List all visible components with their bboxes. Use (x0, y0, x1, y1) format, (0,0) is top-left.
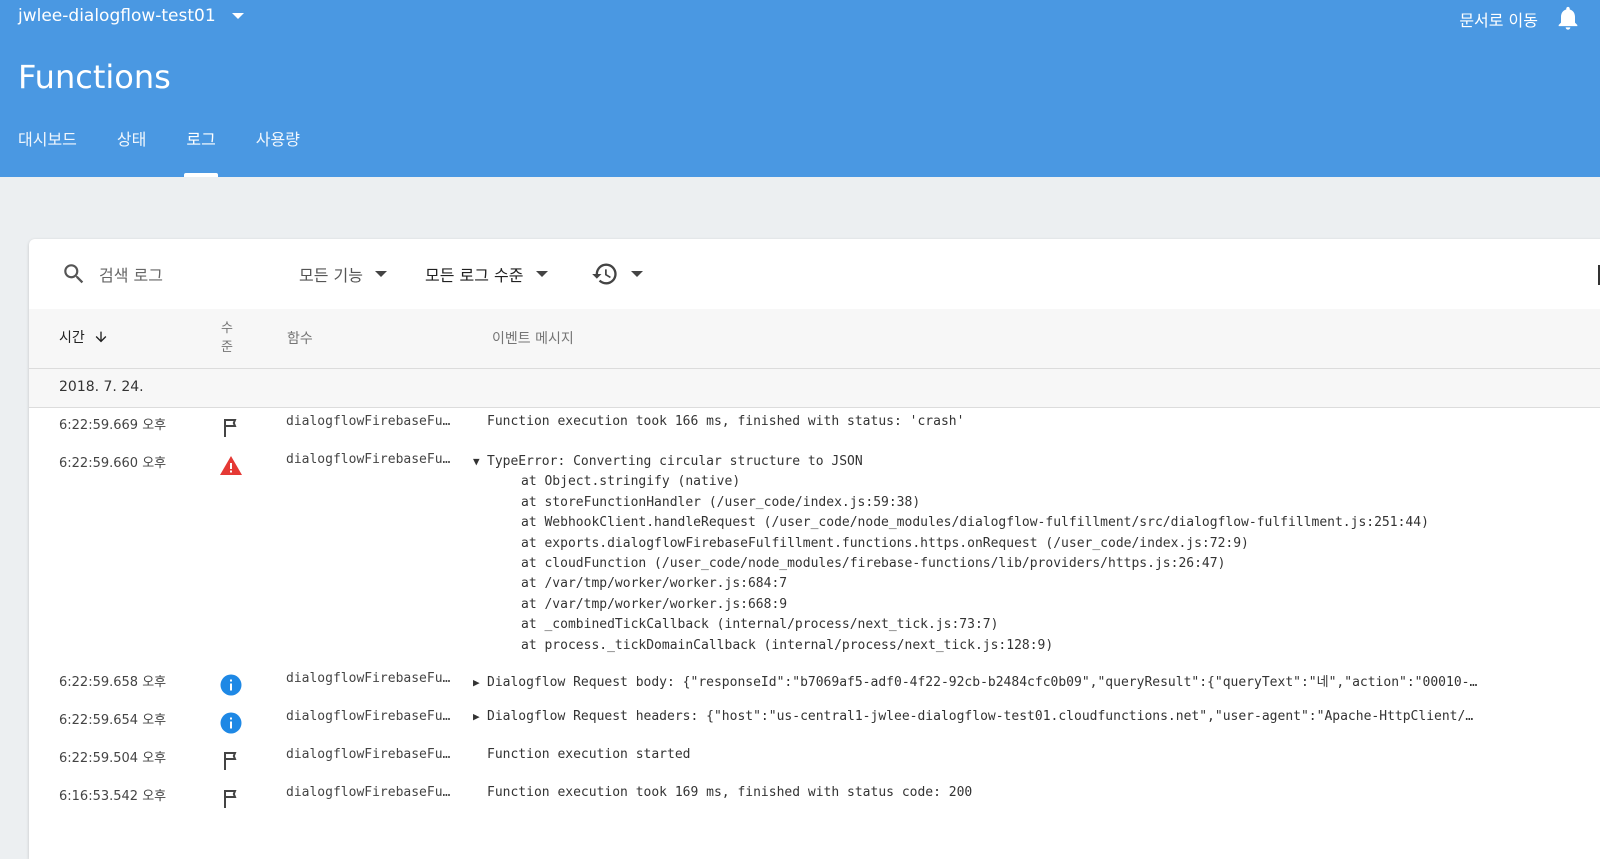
search-input[interactable] (97, 261, 271, 289)
log-message-text: Dialogflow Request headers: {"host":"us-… (487, 709, 1474, 724)
stack-trace-line: at Object.stringify (native) (521, 474, 741, 490)
log-message: Function execution started (473, 747, 691, 762)
flag-icon (224, 790, 237, 808)
sort-by-time-button[interactable]: 시간 (59, 327, 109, 347)
arrow-down-icon (95, 331, 107, 343)
page-title: Functions (18, 58, 171, 96)
function-column-label: 함수 (287, 331, 313, 347)
docs-link[interactable]: 문서로 이동 (1459, 7, 1538, 31)
log-time: 6:16:53.542 오후 (59, 789, 167, 804)
log-function: dialogflowFirebaseFulfillment (286, 709, 458, 724)
search-icon (64, 264, 84, 284)
app-header: jwlee-dialogflow-test01 문서로 이동 Functions… (0, 0, 1600, 177)
chevron-down-icon (535, 271, 548, 277)
bell-icon[interactable] (1554, 4, 1582, 32)
date-label: 2018. 7. 24. (59, 379, 144, 395)
log-message: Function execution took 166 ms, finished… (473, 414, 964, 429)
project-name: jwlee-dialogflow-test01 (18, 6, 216, 26)
log-message-text: Function execution took 166 ms, finished… (487, 414, 965, 429)
flag-icon (224, 752, 237, 770)
log-message: ▼ TypeError: Converting circular structur… (473, 452, 1429, 656)
log-message-text: Dialogflow Request body: {"responseId":"… (487, 675, 1478, 690)
log-message-text: Function execution started (487, 747, 691, 762)
function-filter-dropdown[interactable]: 모든 기능 (299, 259, 387, 289)
expand-triangle-icon[interactable]: ▶ (473, 710, 487, 723)
stack-trace-line: at exports.dialogflowFirebaseFulfillment… (521, 535, 1249, 551)
stack-trace-line: at /var/tmp/worker/worker.js:668:9 (521, 596, 788, 612)
table-header: 시간 수 준 함수 이벤트 메시지 (29, 309, 1600, 369)
log-function: dialogflowFirebaseFulfillment (286, 785, 458, 800)
tab-bar: 대시보드 상태 로그 사용량 (18, 126, 340, 177)
flag-icon (224, 419, 237, 437)
stack-trace-line: at process._tickDomainCallback (internal… (521, 637, 1054, 653)
expand-triangle-icon[interactable]: ▶ (473, 676, 487, 689)
log-time: 6:22:59.658 오후 (59, 675, 167, 690)
chevron-down-icon (631, 271, 643, 277)
tab-logs[interactable]: 로그 (184, 126, 219, 177)
level-column-label-line1: 수 (221, 321, 233, 336)
time-range-dropdown[interactable] (591, 259, 643, 289)
stack-trace-line: at WebhookClient.handleRequest (/user_co… (521, 515, 1429, 531)
logs-toolbar: 모든 기능 모든 로그 수준 (29, 239, 1600, 310)
log-time: 6:22:59.654 오후 (59, 713, 167, 728)
function-filter-label: 모든 기능 (299, 266, 363, 285)
log-message-text: TypeError: Converting circular structure… (487, 454, 863, 469)
stack-trace-line: at _combinedTickCallback (internal/proce… (521, 617, 999, 633)
log-function: dialogflowFirebaseFulfillment (286, 452, 458, 467)
logs-card: 모든 기능 모든 로그 수준 시간 수 준 함수 이벤트 메시지 (29, 239, 1600, 859)
stack-trace-line: at /var/tmp/worker/worker.js:684:7 (521, 576, 788, 592)
log-level-dropdown[interactable]: 모든 로그 수준 (425, 259, 548, 289)
level-column-label-line2: 준 (221, 340, 233, 355)
date-group-header: 2018. 7. 24. (29, 369, 1600, 408)
stack-trace-line: at cloudFunction (/user_code/node_module… (521, 556, 1226, 572)
log-function: dialogflowFirebaseFulfillment (286, 671, 458, 686)
tab-usage[interactable]: 사용량 (256, 126, 300, 177)
tab-health[interactable]: 상태 (117, 126, 146, 177)
log-function: dialogflowFirebaseFulfillment (286, 414, 458, 429)
message-column-label: 이벤트 메시지 (492, 331, 574, 347)
log-message-text: Function execution took 169 ms, finished… (487, 785, 973, 800)
stack-trace-line: at storeFunctionHandler (/user_code/inde… (521, 494, 921, 510)
level-column-label: 수 준 (219, 319, 235, 357)
log-message: ▶ Dialogflow Request headers: {"host":"us… (473, 709, 1573, 724)
project-selector[interactable]: jwlee-dialogflow-test01 (18, 6, 244, 26)
log-time: 6:22:59.660 오후 (59, 456, 167, 471)
tab-dashboard[interactable]: 대시보드 (18, 126, 77, 177)
log-time: 6:22:59.504 오후 (59, 751, 167, 766)
info-icon (220, 674, 242, 696)
log-message: Function execution took 169 ms, finished… (473, 785, 972, 800)
collapse-triangle-icon[interactable]: ▼ (473, 452, 487, 472)
chevron-down-icon (231, 13, 244, 19)
chevron-down-icon (374, 271, 387, 277)
info-icon (220, 712, 242, 734)
history-icon (592, 263, 617, 285)
log-function: dialogflowFirebaseFulfillment (286, 747, 458, 762)
error-icon (220, 456, 242, 475)
log-level-label: 모든 로그 수준 (425, 266, 524, 285)
log-message: ▶ Dialogflow Request body: {"responseId":… (473, 671, 1573, 690)
log-time: 6:22:59.669 오후 (59, 418, 167, 433)
time-column-label: 시간 (59, 330, 85, 346)
